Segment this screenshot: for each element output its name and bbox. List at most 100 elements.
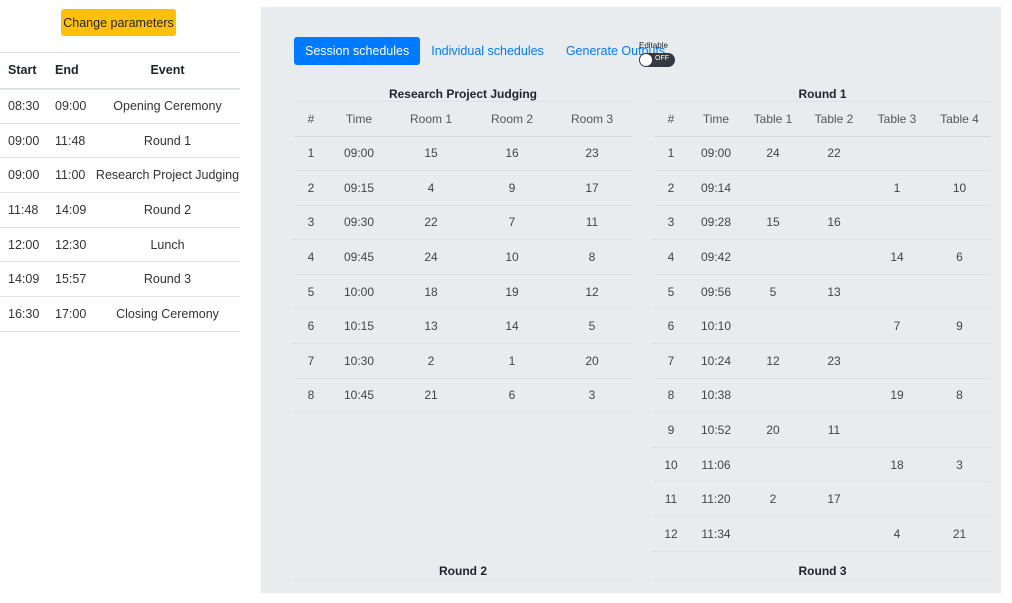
round1-cell[interactable]: 10 <box>654 447 688 483</box>
round1-cell[interactable]: 11:06 <box>688 447 744 483</box>
round1-cell[interactable]: 7 <box>866 308 928 345</box>
round1-cell[interactable]: 10 <box>928 170 991 206</box>
round1-cell[interactable]: 14 <box>866 239 928 275</box>
round1-cell[interactable]: 6 <box>928 239 991 275</box>
round1-cell[interactable] <box>802 239 866 275</box>
judging-cell[interactable]: 8 <box>552 239 632 275</box>
round1-cell[interactable]: 22 <box>802 136 866 172</box>
judging-cell[interactable]: 2 <box>390 343 472 379</box>
judging-cell[interactable]: 6 <box>472 378 552 414</box>
judging-cell[interactable]: 10:45 <box>328 378 390 414</box>
round1-cell[interactable] <box>866 412 928 448</box>
judging-cell[interactable]: 17 <box>552 170 632 206</box>
tab-session-schedules[interactable]: Session schedules <box>294 37 421 65</box>
judging-cell[interactable]: 1 <box>294 136 328 172</box>
round1-cell[interactable]: 12 <box>744 343 802 379</box>
judging-cell[interactable]: 14 <box>472 308 552 345</box>
judging-cell[interactable]: 6 <box>294 308 328 345</box>
round1-cell[interactable] <box>928 205 991 241</box>
judging-cell[interactable]: 09:15 <box>328 170 390 206</box>
round1-cell[interactable]: 5 <box>744 274 802 310</box>
round1-cell[interactable] <box>866 343 928 379</box>
round1-cell[interactable]: 13 <box>802 274 866 310</box>
judging-cell[interactable]: 13 <box>390 308 472 345</box>
round1-cell[interactable] <box>928 481 991 518</box>
round1-cell[interactable] <box>744 516 802 552</box>
round1-cell[interactable]: 1 <box>866 170 928 206</box>
round1-cell[interactable]: 3 <box>928 447 991 483</box>
round1-cell[interactable]: 10:38 <box>688 378 744 414</box>
round1-cell[interactable] <box>866 136 928 172</box>
judging-cell[interactable]: 10:30 <box>328 343 390 379</box>
judging-cell[interactable]: 21 <box>390 378 472 414</box>
round1-cell[interactable] <box>744 308 802 345</box>
judging-cell[interactable]: 1 <box>472 343 552 379</box>
round1-cell[interactable] <box>744 239 802 275</box>
judging-cell[interactable]: 09:45 <box>328 239 390 275</box>
round1-cell[interactable]: 7 <box>654 343 688 379</box>
judging-cell[interactable]: 24 <box>390 239 472 275</box>
tab-individual-schedules[interactable]: Individual schedules <box>420 37 555 65</box>
round1-cell[interactable]: 23 <box>802 343 866 379</box>
judging-cell[interactable]: 19 <box>472 274 552 310</box>
judging-cell[interactable]: 7 <box>294 343 328 379</box>
judging-cell[interactable]: 22 <box>390 205 472 241</box>
judging-cell[interactable]: 3 <box>552 378 632 414</box>
round1-cell[interactable]: 9 <box>654 412 688 448</box>
round1-cell[interactable] <box>802 378 866 414</box>
round1-cell[interactable]: 1 <box>654 136 688 172</box>
judging-cell[interactable]: 3 <box>294 205 328 241</box>
judging-cell[interactable]: 5 <box>552 308 632 345</box>
round1-cell[interactable]: 10:24 <box>688 343 744 379</box>
round1-cell[interactable]: 20 <box>744 412 802 448</box>
round1-cell[interactable]: 8 <box>928 378 991 414</box>
round1-cell[interactable]: 09:28 <box>688 205 744 241</box>
round1-cell[interactable] <box>928 274 991 310</box>
round1-cell[interactable]: 11:20 <box>688 481 744 518</box>
round1-cell[interactable]: 11 <box>802 412 866 448</box>
round1-cell[interactable] <box>802 516 866 552</box>
round1-cell[interactable] <box>928 343 991 379</box>
round1-cell[interactable]: 19 <box>866 378 928 414</box>
judging-cell[interactable]: 12 <box>552 274 632 310</box>
judging-cell[interactable]: 23 <box>552 136 632 172</box>
round1-cell[interactable]: 2 <box>654 170 688 206</box>
judging-cell[interactable]: 2 <box>294 170 328 206</box>
judging-cell[interactable]: 15 <box>390 136 472 172</box>
judging-cell[interactable]: 10 <box>472 239 552 275</box>
round1-cell[interactable] <box>866 274 928 310</box>
round1-cell[interactable] <box>928 412 991 448</box>
round1-cell[interactable]: 16 <box>802 205 866 241</box>
round1-cell[interactable]: 10:52 <box>688 412 744 448</box>
round1-cell[interactable] <box>866 205 928 241</box>
round1-cell[interactable] <box>928 136 991 172</box>
round1-cell[interactable]: 10:10 <box>688 308 744 345</box>
round1-cell[interactable] <box>866 481 928 518</box>
round1-cell[interactable]: 8 <box>654 378 688 414</box>
judging-cell[interactable]: 18 <box>390 274 472 310</box>
round1-cell[interactable]: 09:42 <box>688 239 744 275</box>
round1-cell[interactable]: 17 <box>802 481 866 518</box>
judging-cell[interactable]: 09:00 <box>328 136 390 172</box>
editable-toggle[interactable]: OFF <box>639 53 675 67</box>
round1-cell[interactable]: 18 <box>866 447 928 483</box>
round1-cell[interactable]: 2 <box>744 481 802 518</box>
round1-cell[interactable]: 09:14 <box>688 170 744 206</box>
round1-cell[interactable]: 24 <box>744 136 802 172</box>
round1-cell[interactable]: 09:00 <box>688 136 744 172</box>
judging-cell[interactable]: 10:15 <box>328 308 390 345</box>
judging-cell[interactable]: 20 <box>552 343 632 379</box>
judging-cell[interactable]: 4 <box>390 170 472 206</box>
round1-cell[interactable]: 21 <box>928 516 991 552</box>
judging-cell[interactable]: 11 <box>552 205 632 241</box>
round1-cell[interactable]: 12 <box>654 516 688 552</box>
round1-cell[interactable]: 5 <box>654 274 688 310</box>
round1-cell[interactable]: 15 <box>744 205 802 241</box>
round1-cell[interactable] <box>802 447 866 483</box>
round1-cell[interactable]: 09:56 <box>688 274 744 310</box>
round1-cell[interactable] <box>744 378 802 414</box>
round1-cell[interactable]: 6 <box>654 308 688 345</box>
round1-cell[interactable] <box>802 170 866 206</box>
round1-cell[interactable] <box>802 308 866 345</box>
change-parameters-button[interactable]: Change parameters <box>61 9 176 36</box>
